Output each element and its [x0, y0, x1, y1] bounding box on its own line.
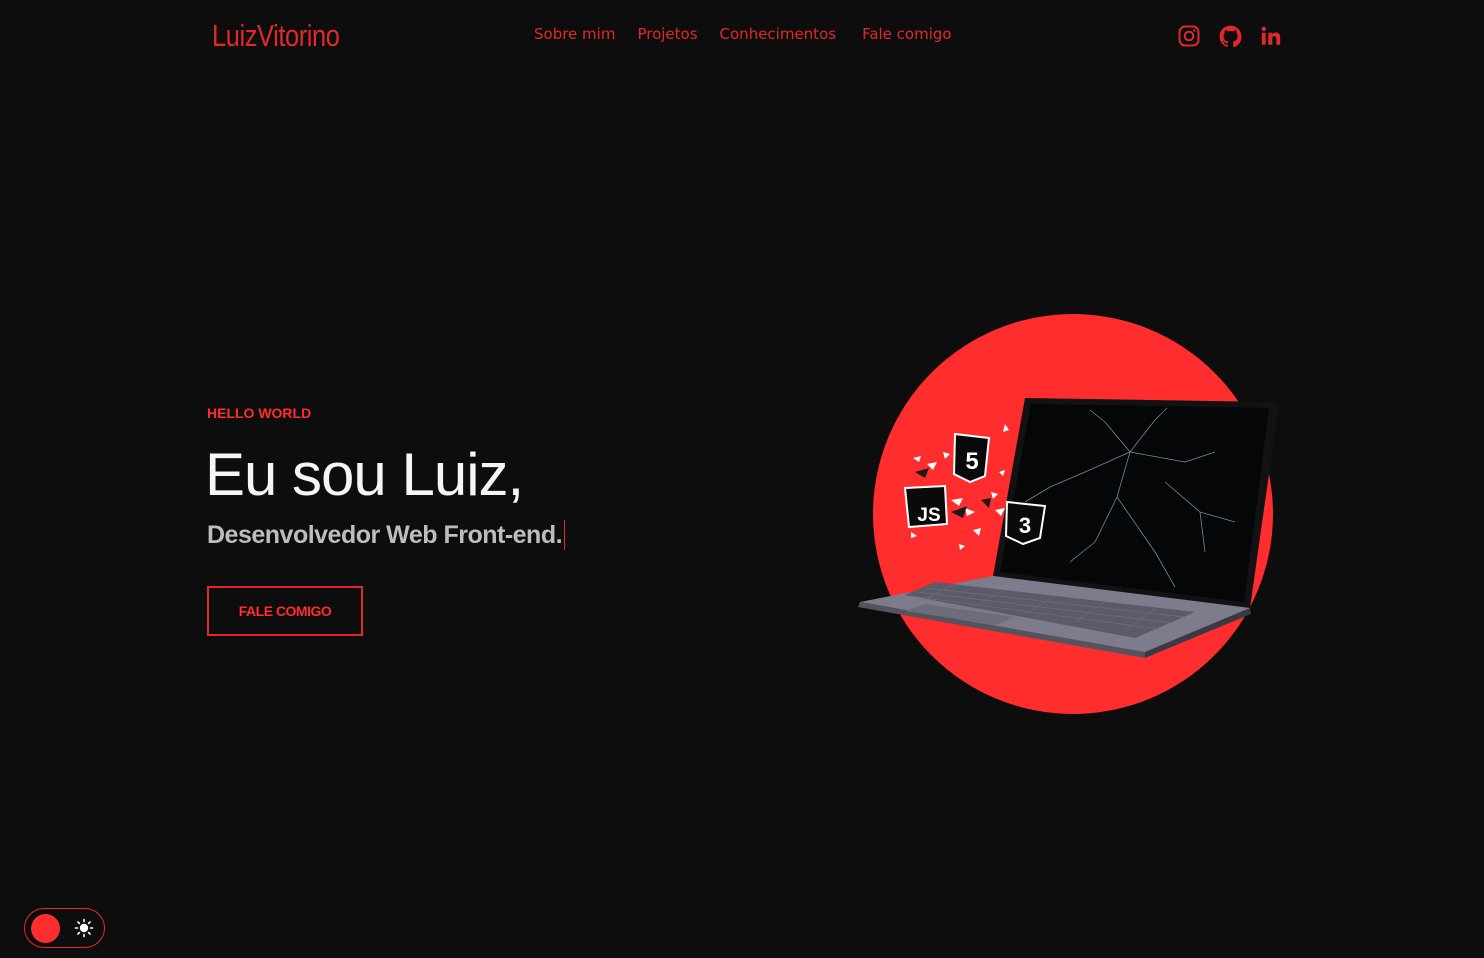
page: LuizVitorino Sobre mim Projetos Conhecim… [0, 0, 1484, 958]
css3-badge: 3 [1004, 500, 1047, 546]
html5-icon: 5 [965, 448, 978, 475]
hero-headline: Eu sou Luiz, [205, 441, 524, 508]
logo[interactable]: LuizVitorino [212, 18, 340, 54]
linkedin-icon[interactable] [1258, 22, 1284, 50]
nav-link-fale-comigo[interactable]: Fale comigo [862, 25, 952, 43]
hero-subline-wrapper: Desenvolvedor Web Front-end. [207, 520, 566, 550]
toggle-knob[interactable] [31, 914, 60, 943]
hero-subline: Desenvolvedor Web Front-end. [207, 520, 563, 549]
instagram-icon[interactable] [1176, 22, 1202, 50]
social-links [1176, 22, 1284, 50]
hero-eyebrow: HELLO WORLD [207, 405, 312, 421]
nav-link-projetos[interactable]: Projetos [637, 25, 697, 43]
nav-link-sobre-mim[interactable]: Sobre mim [534, 25, 615, 43]
main-nav: Sobre mim Projetos Conhecimentos Fale co… [534, 25, 974, 43]
javascript-icon: JS [917, 505, 940, 526]
laptop-image: 5 JS 3 [858, 398, 1279, 658]
theme-toggle[interactable] [24, 908, 105, 948]
contact-button[interactable]: FALE COMIGO [207, 586, 363, 636]
sun-icon [74, 918, 94, 938]
hero-illustration: 5 JS 3 [855, 312, 1285, 718]
nav-link-conhecimentos[interactable]: Conhecimentos [720, 25, 837, 43]
javascript-badge: JS [903, 484, 949, 529]
css3-icon: 3 [1019, 513, 1031, 538]
github-icon[interactable] [1217, 22, 1243, 50]
typing-caret [564, 520, 566, 550]
html5-badge: 5 [952, 432, 991, 484]
